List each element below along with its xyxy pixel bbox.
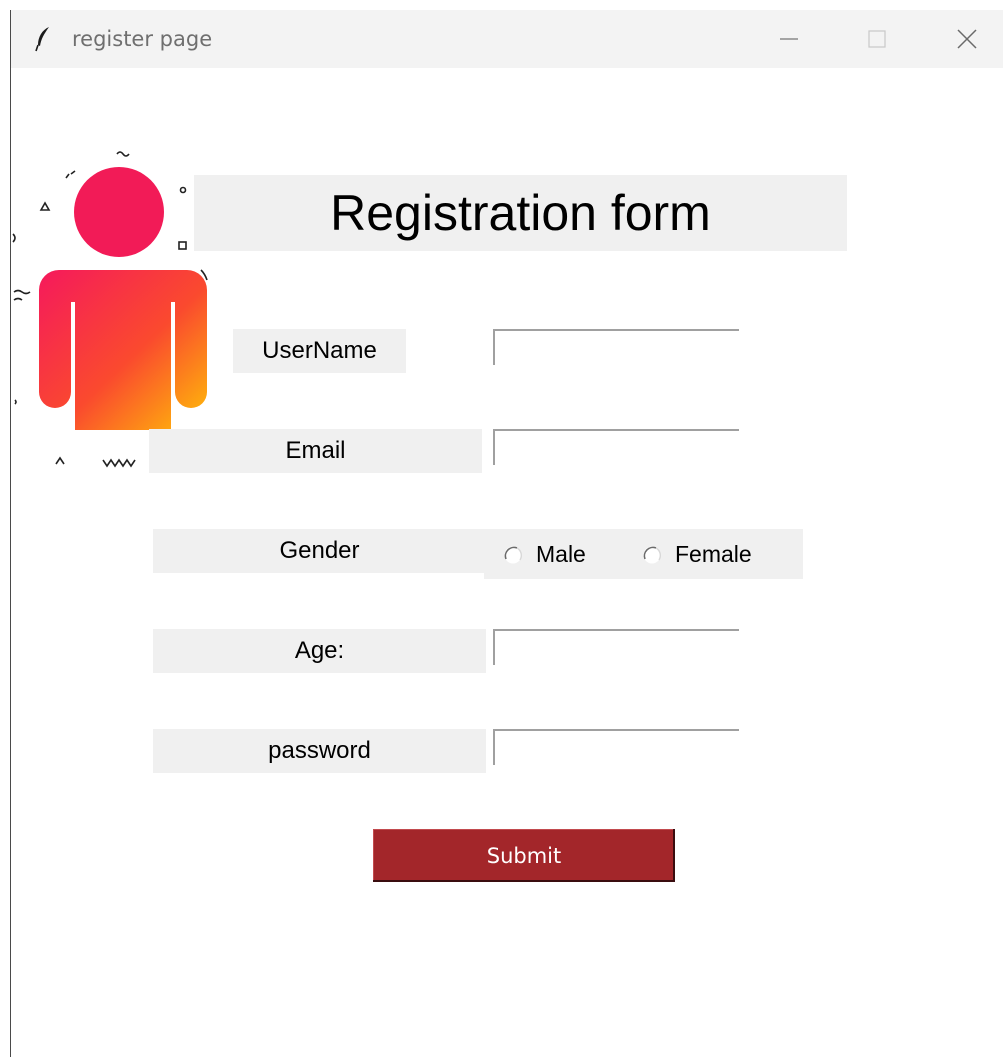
username-input[interactable] <box>493 329 739 365</box>
age-input[interactable] <box>493 629 739 665</box>
gender-option-label: Female <box>675 541 752 567</box>
password-label: password <box>153 729 486 773</box>
radio-button-icon <box>504 546 523 563</box>
maximize-icon <box>868 30 886 48</box>
gender-radio-male[interactable]: Male <box>503 541 586 568</box>
age-label: Age: <box>153 629 486 673</box>
minimize-icon <box>780 38 798 40</box>
gender-radio-group: Male Female <box>484 529 803 579</box>
password-input[interactable] <box>493 729 739 765</box>
gender-radio-female[interactable]: Female <box>642 541 752 568</box>
gender-label: Gender <box>153 529 486 573</box>
form-heading: Registration form <box>194 175 847 251</box>
email-input[interactable] <box>493 429 739 465</box>
minimize-button[interactable] <box>754 10 824 68</box>
email-label: Email <box>149 429 482 473</box>
person-icon <box>12 151 208 468</box>
window-title: register page <box>72 27 213 51</box>
maximize-button[interactable] <box>842 10 912 68</box>
feather-icon <box>35 27 49 52</box>
app-window: register page Registration form UserName… <box>10 10 1003 1057</box>
title-bar[interactable]: register page <box>11 10 1003 68</box>
radio-button-icon <box>643 546 662 563</box>
gender-option-label: Male <box>536 541 586 567</box>
close-icon <box>957 29 977 49</box>
username-label: UserName <box>233 329 406 373</box>
close-button[interactable] <box>932 10 1002 68</box>
submit-button[interactable]: Submit <box>373 829 675 882</box>
